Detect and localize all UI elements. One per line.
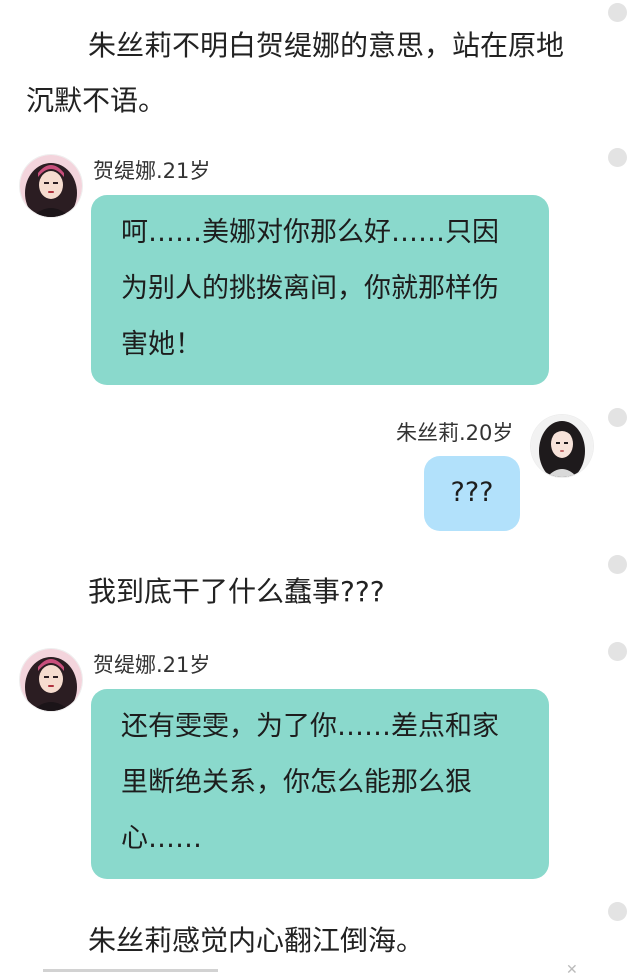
speaker-name: 朱丝莉.20岁 <box>396 421 514 445</box>
girl-dark-hair-avatar-icon <box>531 415 593 477</box>
more-icon[interactable]: ✕ <box>566 962 578 978</box>
avatar[interactable] <box>20 649 82 711</box>
chat-bubble: 还有雯雯，为了你……差点和家里断绝关系，你怎么能那么狠心…… <box>91 689 549 879</box>
side-dot[interactable] <box>608 642 627 661</box>
story-paragraph: 朱丝莉感觉内心翻江倒海。 <box>88 924 425 957</box>
speaker-name: 贺缇娜.21岁 <box>93 159 211 183</box>
chat-bubble: ??? <box>424 456 520 531</box>
avatar[interactable] <box>531 415 593 477</box>
speaker-name: 贺缇娜.21岁 <box>93 653 211 677</box>
avatar[interactable] <box>20 155 82 217</box>
side-dot[interactable] <box>608 3 627 22</box>
side-dot[interactable] <box>608 148 627 167</box>
girl-pink-hair-avatar-icon <box>20 155 82 217</box>
chat-bubble: 呵……美娜对你那么好……只因为别人的挑拨离间，你就那样伤害她！ <box>91 195 549 385</box>
story-paragraph: 朱丝莉不明白贺缇娜的意思，站在原地沉默不语。 <box>26 29 565 117</box>
side-dot[interactable] <box>608 555 627 574</box>
girl-pink-hair-avatar-icon <box>20 649 82 711</box>
side-dot[interactable] <box>608 408 627 427</box>
story-paragraph: 我到底干了什么蠢事??? <box>88 575 385 608</box>
side-dot[interactable] <box>608 902 627 921</box>
